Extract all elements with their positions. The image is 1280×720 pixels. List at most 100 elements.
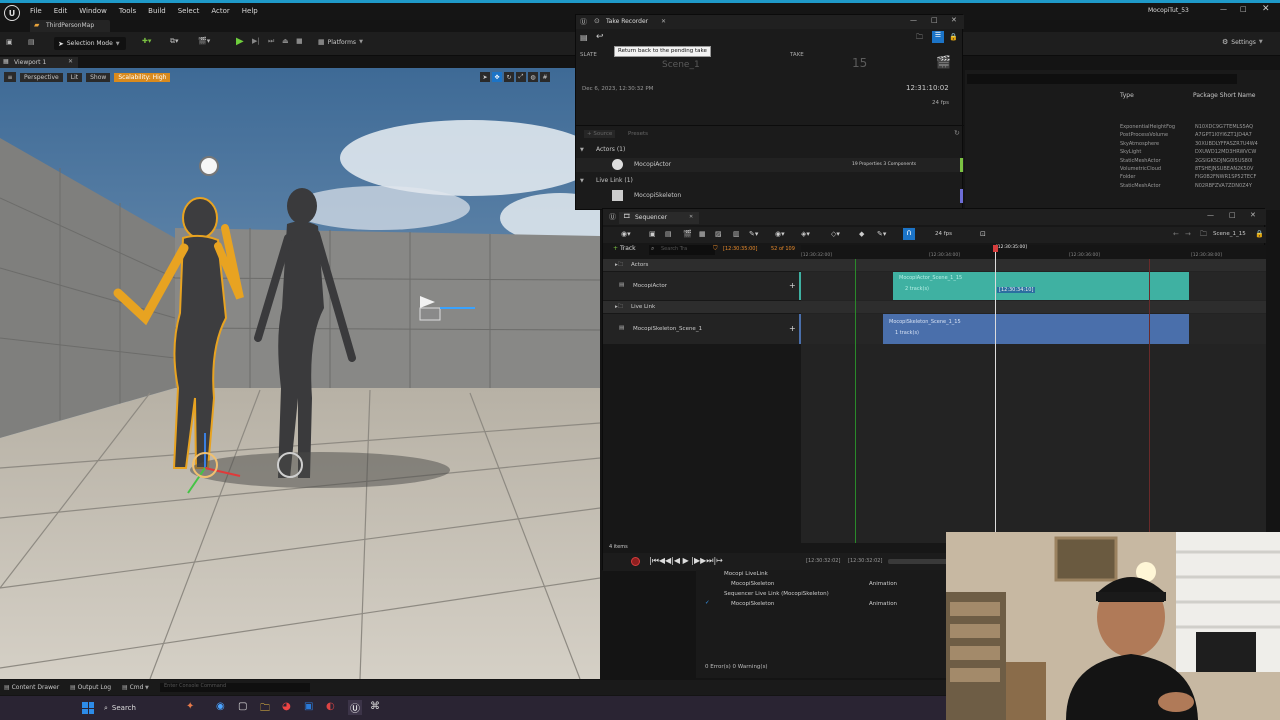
back-arrow-icon[interactable]: ↩ bbox=[596, 32, 604, 42]
expand-icon[interactable]: ▼ bbox=[580, 178, 584, 184]
track-item[interactable]: ▤ MocopiActor + bbox=[603, 272, 801, 300]
close-icon[interactable]: ✕ bbox=[68, 58, 73, 65]
close-button[interactable]: ✕ bbox=[1262, 4, 1270, 14]
add-source-button[interactable]: + Source bbox=[584, 130, 616, 138]
cinematics-icon[interactable]: 🎬▾ bbox=[198, 37, 210, 45]
cmd-dropdown[interactable]: ▤ Cmd ▼ bbox=[122, 684, 149, 691]
save-icon[interactable]: ▣ bbox=[649, 230, 656, 238]
expand-icon[interactable]: ▼ bbox=[580, 147, 584, 153]
track-folder[interactable]: ▸🗀 Actors bbox=[603, 259, 801, 271]
viewport-tab[interactable]: ▦ Viewport 1 ✕ bbox=[0, 57, 78, 68]
rotate-icon[interactable]: ↻ bbox=[504, 72, 514, 82]
scale-icon[interactable]: ⤢ bbox=[516, 72, 526, 82]
outliner-search[interactable] bbox=[967, 74, 1237, 84]
outliner-row[interactable]: ExponentialHeightFog N10XDC9G7TEMLS5AQ bbox=[1120, 124, 1270, 132]
log-row[interactable]: MocopiSkeleton Animation bbox=[696, 580, 948, 590]
view-icon[interactable]: ◉▾ bbox=[775, 230, 785, 238]
filter-icon[interactable]: ◈▾ bbox=[801, 230, 810, 238]
outliner-row[interactable]: StaticMeshActor N02RBFZVA7ZDN0Z4Y bbox=[1120, 183, 1270, 191]
transport-controls[interactable]: |⏮◀◀|◀ ▶ |▶▶⏭|↦ bbox=[649, 556, 723, 566]
scene-breadcrumb[interactable]: Scene_1_15 bbox=[1213, 231, 1246, 237]
menu-edit[interactable]: Edit bbox=[54, 7, 68, 15]
show-button[interactable]: Show bbox=[86, 72, 111, 82]
lit-button[interactable]: Lit bbox=[66, 72, 83, 82]
browse-icon[interactable]: ▤ bbox=[665, 230, 672, 238]
log-row[interactable]: Mocopi LiveLink bbox=[696, 570, 948, 580]
back-icon[interactable]: ← bbox=[1173, 230, 1179, 238]
livelink-group[interactable]: Live Link (1) bbox=[596, 177, 633, 184]
platforms-dropdown[interactable]: ▦ Platforms ▼ bbox=[318, 38, 363, 46]
camera-lock-icon[interactable]: ⊡ bbox=[980, 230, 986, 238]
key-icon[interactable]: ◇▾ bbox=[831, 230, 840, 238]
play-button[interactable]: ▶ bbox=[236, 36, 244, 47]
menu-actor[interactable]: Actor bbox=[211, 7, 229, 15]
outliner-row[interactable]: VolumetricCloud 8TSHEJNSUBEAN2K50V bbox=[1120, 166, 1270, 174]
select-icon[interactable]: ➤ bbox=[480, 72, 490, 82]
level-tab[interactable]: ▰ ThirdPersonMap bbox=[30, 20, 110, 32]
actors-group[interactable]: Actors (1) bbox=[596, 146, 625, 153]
track-folder[interactable]: ▸🗀 Live Link bbox=[603, 301, 801, 313]
review-icon[interactable]: ☰ bbox=[932, 31, 944, 43]
close-tab-icon[interactable]: ✕ bbox=[661, 18, 666, 25]
unreal-taskbar-icon[interactable]: Ⓤ bbox=[348, 700, 362, 715]
track-item[interactable]: ▤ MocopiSkeleton_Scene_1 + bbox=[603, 314, 801, 344]
settings-button[interactable]: ⚙ Settings ▼ bbox=[1222, 38, 1263, 46]
task-view-icon[interactable]: ▢ bbox=[238, 701, 247, 712]
sequencer-tab[interactable]: 🎞 Sequencer ✕ bbox=[619, 212, 699, 224]
add-actor-icon[interactable]: ✚▾ bbox=[142, 37, 151, 45]
minimize-button[interactable]: — bbox=[910, 16, 917, 24]
scrollbar[interactable] bbox=[888, 559, 948, 564]
output-log-button[interactable]: ▤ Output Log bbox=[70, 684, 111, 691]
clapper-icon[interactable]: 🎬 bbox=[936, 55, 951, 69]
content-drawer-button[interactable]: ▤ Content Drawer bbox=[4, 684, 59, 691]
widget-icon[interactable]: ✦ bbox=[186, 701, 194, 712]
track-search-input[interactable]: ⌕ Search Tra bbox=[649, 245, 715, 255]
magnet-icon[interactable]: ∩ bbox=[903, 228, 915, 240]
stop-icon[interactable]: ■ bbox=[296, 37, 303, 45]
close-button[interactable]: ✕ bbox=[1250, 211, 1256, 219]
render-icon[interactable]: 🎬 bbox=[683, 230, 692, 238]
filter-icon[interactable]: ⛉ bbox=[713, 245, 718, 253]
taskbar-search[interactable]: ⌕ Search bbox=[100, 700, 180, 716]
fps-dropdown[interactable]: 24 fps bbox=[932, 100, 949, 106]
start-button[interactable] bbox=[82, 702, 94, 714]
menu-build[interactable]: Build bbox=[148, 7, 166, 15]
start-timecode[interactable]: [12:30:32:02] bbox=[806, 558, 840, 564]
actor-clip[interactable]: MocopiActor_Scene_1_15 2 track(s) [12:30… bbox=[893, 272, 1189, 300]
maximize-button[interactable]: □ bbox=[1240, 5, 1247, 13]
fps-dropdown[interactable]: 24 fps bbox=[935, 231, 952, 237]
skeleton-clip[interactable]: MocopiSkeleton_Scene_1_15 1 track(s) bbox=[883, 314, 1189, 344]
viewport[interactable]: ≡ Perspective Lit Show Scalability: High… bbox=[0, 68, 600, 679]
camera-icon[interactable]: ▦ bbox=[699, 230, 706, 238]
log-row[interactable]: Sequencer Live Link (MocopiSkeleton) bbox=[696, 590, 948, 600]
mode-dropdown[interactable]: ➤ Selection Mode ▼ bbox=[54, 37, 126, 50]
forward-icon[interactable]: → bbox=[1185, 230, 1191, 238]
outliner-pkg-header[interactable]: Package Short Name bbox=[1193, 92, 1256, 99]
presets-button[interactable]: Presets bbox=[628, 131, 648, 137]
minimize-button[interactable]: — bbox=[1220, 5, 1227, 13]
lock-icon[interactable]: 🔒 bbox=[949, 33, 958, 41]
log-row[interactable]: MocopiSkeleton Animation ✓ bbox=[696, 600, 948, 610]
menu-help[interactable]: Help bbox=[242, 7, 258, 15]
minimize-button[interactable]: — bbox=[1207, 211, 1214, 219]
maximize-button[interactable]: □ bbox=[1229, 211, 1236, 219]
save-icon[interactable]: ▣ bbox=[6, 38, 13, 46]
record-button[interactable] bbox=[631, 557, 640, 566]
eject-icon[interactable]: ⏏ bbox=[282, 37, 289, 45]
outliner-row[interactable]: Folder FIG0B2FNWR1SP52TECF bbox=[1120, 174, 1270, 182]
close-button[interactable]: ✕ bbox=[951, 16, 957, 24]
timeline-ruler[interactable]: [12:30:32:00] [12:30:34:00] [12:30:35:00] [… bbox=[801, 245, 1266, 259]
keyframe-icon[interactable]: ◆ bbox=[859, 230, 864, 238]
snap-icon[interactable]: ▨ bbox=[715, 230, 722, 238]
add-track-button[interactable]: + Track bbox=[613, 245, 636, 252]
livelink-row[interactable]: MocopiSkeleton bbox=[576, 189, 964, 203]
outlook-icon[interactable]: ▣ bbox=[304, 701, 313, 712]
blueprint-icon[interactable]: ⧉▾ bbox=[170, 37, 179, 46]
outliner-row[interactable]: SkyAtmosphere 30XUBDLYFFASZR7U4W4 bbox=[1120, 141, 1270, 149]
curve-icon[interactable]: ✎▾ bbox=[877, 230, 886, 238]
terminal-taskbar-icon[interactable]: ⌘ bbox=[370, 701, 380, 712]
add-key-icon[interactable]: + bbox=[789, 324, 796, 333]
skip-icon[interactable]: ⏭ bbox=[268, 37, 274, 46]
end-timecode[interactable]: [12:30:32:02] bbox=[848, 558, 882, 564]
take-value[interactable]: 15 bbox=[852, 56, 867, 70]
